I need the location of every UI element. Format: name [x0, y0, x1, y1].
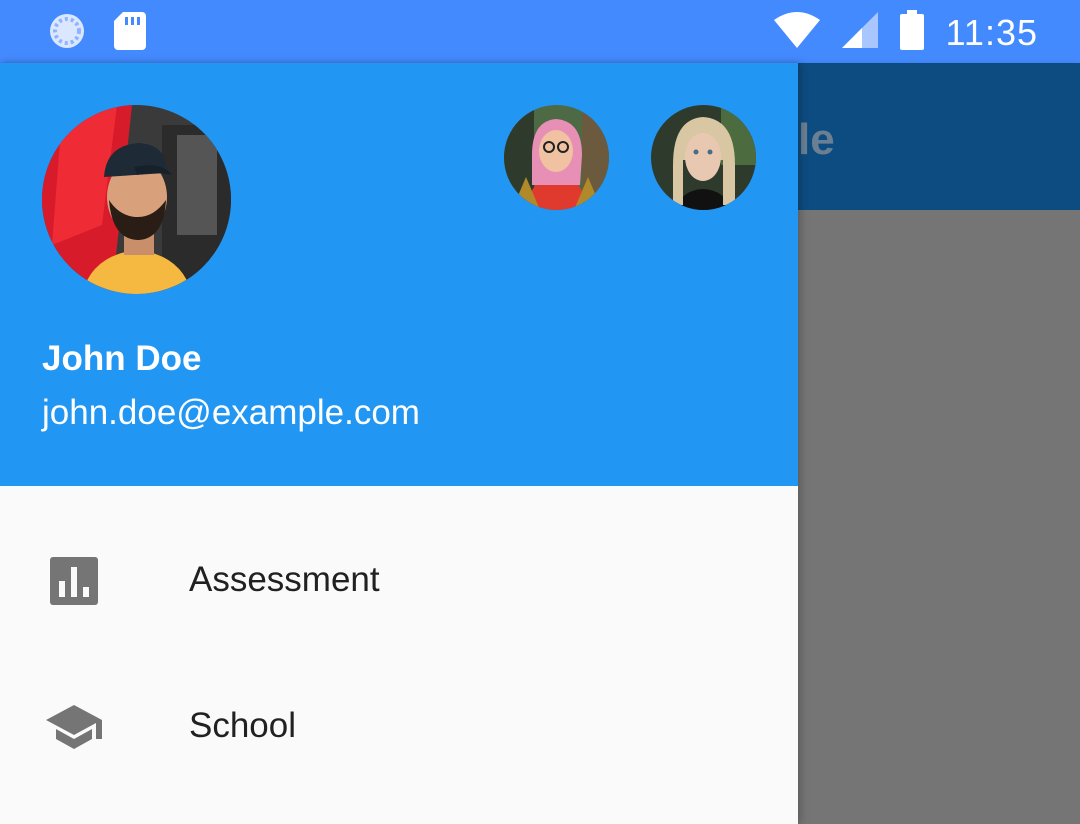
navigation-drawer: John Doe john.doe@example.com Assessment…	[0, 63, 798, 824]
drawer-item-label: School	[189, 706, 297, 745]
current-account-avatar[interactable]	[42, 105, 231, 294]
status-bar: 11:35	[0, 0, 1080, 63]
wifi-icon	[773, 12, 820, 53]
account-name: John Doe	[42, 339, 202, 378]
sd-card-icon	[114, 12, 146, 55]
cellular-signal-icon	[841, 12, 878, 53]
school-icon	[44, 701, 104, 753]
drawer-item-label: Assessment	[189, 560, 380, 599]
drawer-item-assessment[interactable]: Assessment	[0, 508, 798, 654]
battery-icon	[899, 10, 924, 55]
loading-circle-icon	[48, 12, 86, 55]
bar-chart-icon	[44, 555, 104, 607]
app-bar-title: le	[798, 115, 835, 164]
status-time: 11:35	[945, 11, 1038, 53]
drawer-item-school[interactable]: School	[0, 654, 798, 800]
account-email: john.doe@example.com	[42, 393, 420, 432]
drawer-header: John Doe john.doe@example.com	[0, 63, 798, 486]
other-account-avatar-2[interactable]	[651, 105, 756, 210]
other-account-avatar-1[interactable]	[504, 105, 609, 210]
